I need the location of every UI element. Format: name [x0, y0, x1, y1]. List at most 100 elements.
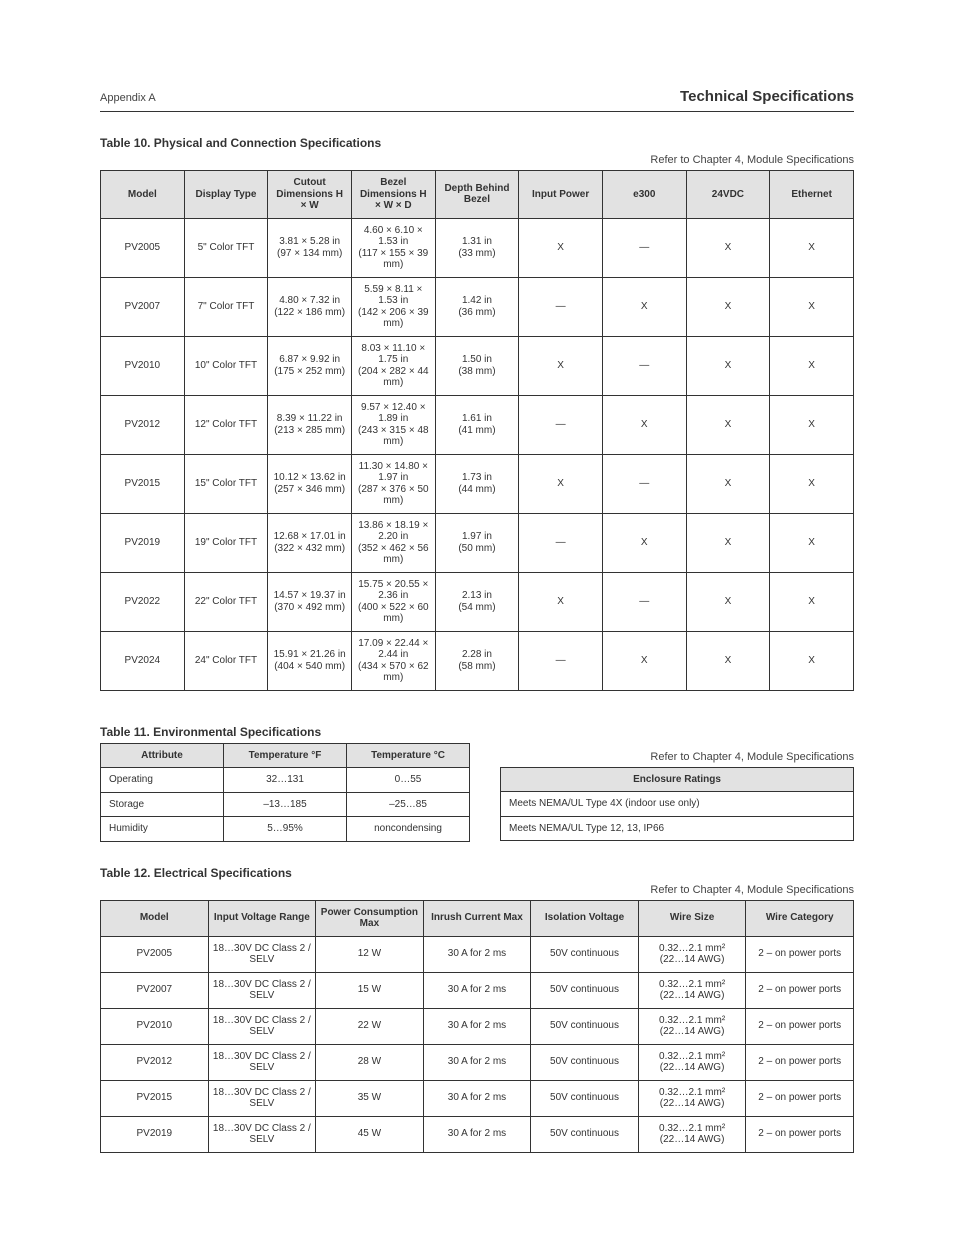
- table12-cell: 50V continuous: [531, 972, 639, 1008]
- table10-cell: —: [519, 277, 603, 336]
- table10-row: PV20055" Color TFT3.81 × 5.28 in(97 × 13…: [101, 218, 854, 277]
- header-rule: [100, 111, 854, 112]
- table12-cell: 30 A for 2 ms: [423, 936, 531, 972]
- table10-cell: X: [770, 631, 854, 690]
- table12-cell: PV2012: [101, 1044, 209, 1080]
- table11b: Enclosure Ratings Meets NEMA/UL Type 4X …: [500, 767, 854, 842]
- table12-cell: 2 – on power ports: [746, 1008, 854, 1044]
- table10-cell: X: [770, 513, 854, 572]
- table10-header: e300: [602, 171, 686, 219]
- table10-header: Input Power: [519, 171, 603, 219]
- table10-cell: 8.39 × 11.22 in(213 × 285 mm): [268, 395, 352, 454]
- table10-row: PV202222" Color TFT14.57 × 19.37 in(370 …: [101, 572, 854, 631]
- table12-row: PV200518…30V DC Class 2 / SELV12 W30 A f…: [101, 936, 854, 972]
- table10: ModelDisplay TypeCutout Dimensions H × W…: [100, 170, 854, 691]
- table11-header: Temperature °C: [347, 743, 470, 768]
- table12-cell: 18…30V DC Class 2 / SELV: [208, 1044, 316, 1080]
- table12-cell: 30 A for 2 ms: [423, 1008, 531, 1044]
- table12-cell: 45 W: [316, 1116, 424, 1152]
- table10-row: PV201212" Color TFT8.39 × 11.22 in(213 ×…: [101, 395, 854, 454]
- table10-cell: 8.03 × 11.10 × 1.75 in(204 × 282 × 44 mm…: [351, 336, 435, 395]
- table12-cell: 2 – on power ports: [746, 972, 854, 1008]
- table12-row: PV200718…30V DC Class 2 / SELV15 W30 A f…: [101, 972, 854, 1008]
- table12-cell: 2 – on power ports: [746, 1116, 854, 1152]
- table10-cell: —: [519, 631, 603, 690]
- table10-row: PV201010" Color TFT6.87 × 9.92 in(175 × …: [101, 336, 854, 395]
- table10-header: 24VDC: [686, 171, 770, 219]
- table11b-row: Meets NEMA/UL Type 12, 13, IP66: [501, 816, 854, 841]
- table12-cell: 0.32…2.1 mm²(22…14 AWG): [638, 1080, 746, 1116]
- table10-cell: X: [770, 395, 854, 454]
- table10-header: Model: [101, 171, 185, 219]
- table10-cell: PV2024: [101, 631, 185, 690]
- table12-cell: 15 W: [316, 972, 424, 1008]
- table10-cell: 6.87 × 9.92 in(175 × 252 mm): [268, 336, 352, 395]
- table10-cell: —: [602, 218, 686, 277]
- table12: ModelInput Voltage RangePower Consumptio…: [100, 900, 854, 1153]
- table12-cell: 35 W: [316, 1080, 424, 1116]
- table12-cell: 30 A for 2 ms: [423, 1116, 531, 1152]
- table10-cell: 1.50 in(38 mm): [435, 336, 519, 395]
- table11-row: Humidity5…95%noncondensing: [101, 817, 470, 842]
- table12-cell: 0.32…2.1 mm²(22…14 AWG): [638, 1044, 746, 1080]
- table11-cell: Operating: [101, 768, 224, 793]
- table11-cell: –13…185: [224, 792, 347, 817]
- table12-ref: Refer to Chapter 4, Module Specification…: [100, 884, 854, 896]
- table10-cell: PV2012: [101, 395, 185, 454]
- table11b-row: Meets NEMA/UL Type 4X (indoor use only): [501, 792, 854, 817]
- table10-cell: 1.42 in(36 mm): [435, 277, 519, 336]
- table10-header: Bezel Dimensions H × W × D: [351, 171, 435, 219]
- table10-cell: 19" Color TFT: [184, 513, 268, 572]
- table10-cell: 4.80 × 7.32 in(122 × 186 mm): [268, 277, 352, 336]
- table10-cell: X: [519, 454, 603, 513]
- table10-cell: X: [519, 218, 603, 277]
- table10-cell: X: [602, 631, 686, 690]
- table11-cell: –25…85: [347, 792, 470, 817]
- table10-cell: —: [602, 336, 686, 395]
- table11b-header: Enclosure Ratings: [501, 767, 854, 792]
- table10-cell: PV2015: [101, 454, 185, 513]
- table12-cell: 50V continuous: [531, 936, 639, 972]
- table12-cell: PV2015: [101, 1080, 209, 1116]
- table10-cell: X: [686, 631, 770, 690]
- table12-cell: 22 W: [316, 1008, 424, 1044]
- table10-row: PV201515" Color TFT10.12 × 13.62 in(257 …: [101, 454, 854, 513]
- table12-cell: 28 W: [316, 1044, 424, 1080]
- table10-cell: 11.30 × 14.80 × 1.97 in(287 × 376 × 50 m…: [351, 454, 435, 513]
- table12-cell: 18…30V DC Class 2 / SELV: [208, 936, 316, 972]
- table11-row: Operating32…1310…55: [101, 768, 470, 793]
- table10-cell: X: [770, 572, 854, 631]
- table12-header: Power Consumption Max: [316, 900, 424, 936]
- table10-cell: 2.28 in(58 mm): [435, 631, 519, 690]
- table12-cell: 50V continuous: [531, 1008, 639, 1044]
- table12-header: Isolation Voltage: [531, 900, 639, 936]
- table10-cell: 12" Color TFT: [184, 395, 268, 454]
- table10-cell: 1.61 in(41 mm): [435, 395, 519, 454]
- table10-cell: 22" Color TFT: [184, 572, 268, 631]
- table10-cell: 10.12 × 13.62 in(257 × 346 mm): [268, 454, 352, 513]
- table12-cell: 30 A for 2 ms: [423, 1044, 531, 1080]
- table10-cell: 13.86 × 18.19 × 2.20 in(352 × 462 × 56 m…: [351, 513, 435, 572]
- table11-ref: Refer to Chapter 4, Module Specification…: [500, 751, 854, 763]
- table10-cell: X: [770, 218, 854, 277]
- table11-header: Attribute: [101, 743, 224, 768]
- table10-cell: 7" Color TFT: [184, 277, 268, 336]
- table10-header: Depth Behind Bezel: [435, 171, 519, 219]
- table10-cell: X: [686, 513, 770, 572]
- table11b-cell: Meets NEMA/UL Type 4X (indoor use only): [501, 792, 854, 817]
- table11-row: Storage–13…185–25…85: [101, 792, 470, 817]
- table12-cell: 50V continuous: [531, 1044, 639, 1080]
- table10-cell: 3.81 × 5.28 in(97 × 134 mm): [268, 218, 352, 277]
- table10-row: PV201919" Color TFT12.68 × 17.01 in(322 …: [101, 513, 854, 572]
- table10-ref: Refer to Chapter 4, Module Specification…: [100, 154, 854, 166]
- table12-cell: 18…30V DC Class 2 / SELV: [208, 1008, 316, 1044]
- table10-cell: 15.75 × 20.55 × 2.36 in(400 × 522 × 60 m…: [351, 572, 435, 631]
- table12-header: Model: [101, 900, 209, 936]
- table12-cell: PV2007: [101, 972, 209, 1008]
- table12-cell: 12 W: [316, 936, 424, 972]
- table12-cell: 2 – on power ports: [746, 1080, 854, 1116]
- table12-row: PV201218…30V DC Class 2 / SELV28 W30 A f…: [101, 1044, 854, 1080]
- table11-cell: 5…95%: [224, 817, 347, 842]
- table10-row: PV20077" Color TFT4.80 × 7.32 in(122 × 1…: [101, 277, 854, 336]
- table10-cell: X: [686, 218, 770, 277]
